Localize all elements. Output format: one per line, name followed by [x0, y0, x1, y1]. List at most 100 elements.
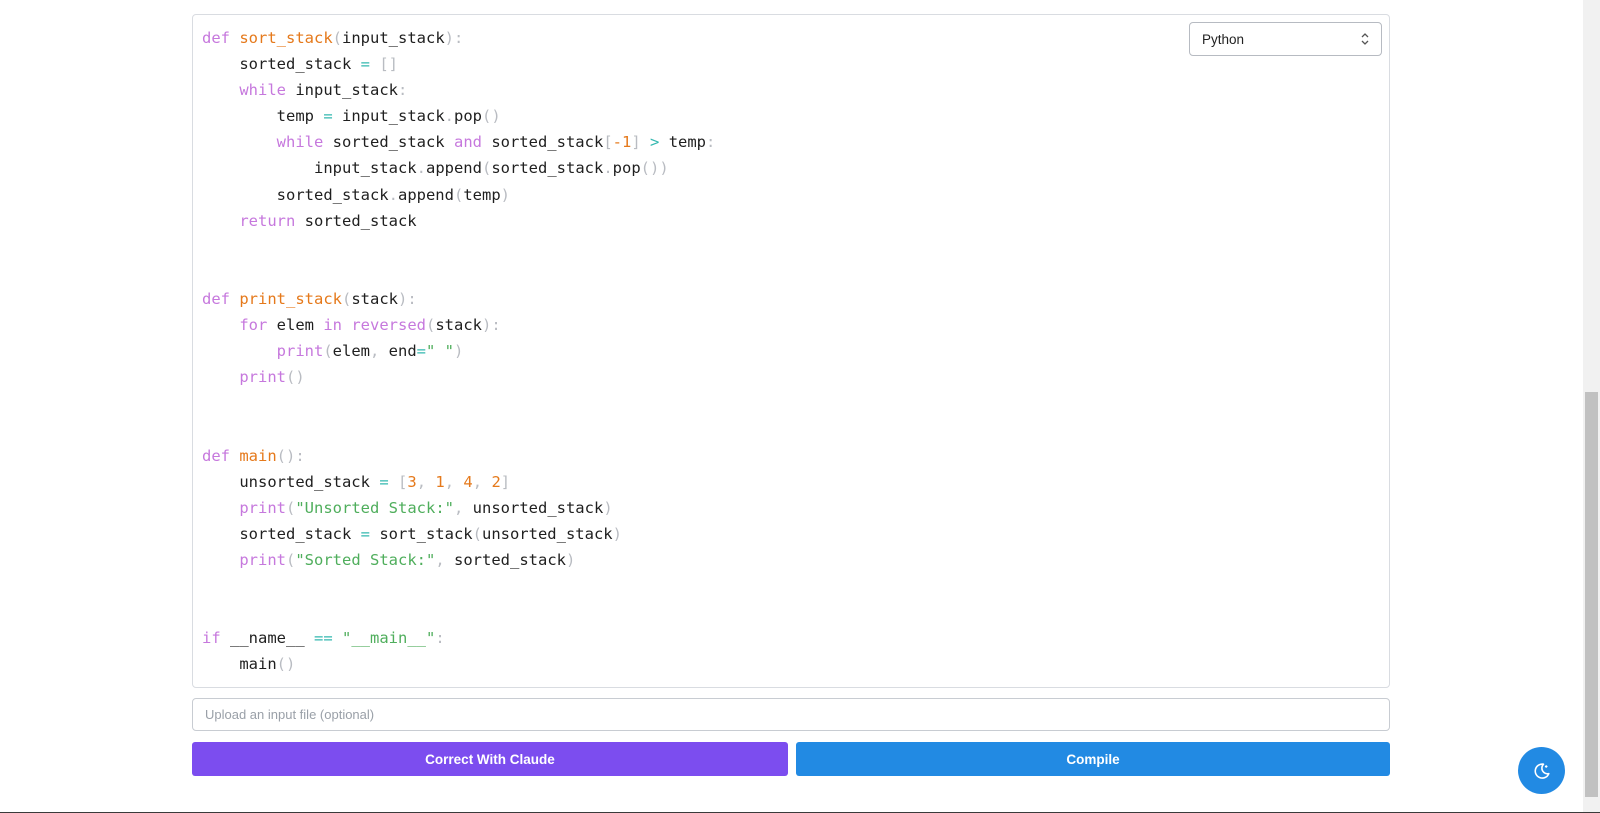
code-token-punc: ]	[631, 133, 641, 152]
code-token-punc: .	[603, 159, 613, 178]
code-token-punc: ):	[398, 289, 417, 308]
code-token-kw: in	[323, 316, 342, 335]
code-token-punc: )	[566, 550, 576, 569]
code-token-str: " "	[426, 342, 455, 361]
code-line: print("Unsorted Stack:", unsorted_stack)	[202, 495, 715, 521]
code-line: print()	[202, 364, 715, 390]
code-token-plain: unsorted_stack	[463, 498, 604, 517]
code-token-punc: ()	[286, 368, 305, 387]
code-token-plain: temp	[659, 133, 707, 152]
code-token-punc: ,	[370, 342, 380, 361]
code-line: ​	[202, 260, 715, 286]
code-token-punc: :	[706, 133, 716, 152]
compile-button[interactable]: Compile	[796, 742, 1390, 776]
code-token-punc: )	[603, 498, 613, 517]
upload-file-input[interactable]: Upload an input file (optional)	[192, 698, 1390, 731]
code-token-kw: def	[202, 289, 230, 308]
code-token-punc: ,	[444, 472, 455, 491]
code-token-plain: sorted_stack	[323, 133, 454, 152]
code-token-op: ==	[314, 629, 333, 648]
code-token-kw: and	[453, 133, 482, 152]
code-token-var: stack	[351, 289, 399, 308]
code-token-num: 3	[407, 472, 417, 491]
page: def sort_stack ( input_stack): sorted_stac…	[0, 0, 1600, 813]
code-token-plain: __name__	[220, 629, 314, 648]
code-token-plain: sorted_stack	[481, 133, 604, 152]
code-token-punc: :	[397, 81, 408, 100]
code-token-punc: ()	[276, 655, 296, 674]
scrollbar-thumb[interactable]	[1585, 392, 1598, 797]
code-token-str: "Sorted Stack:"	[295, 550, 436, 569]
upload-file-placeholder: Upload an input file (optional)	[205, 707, 375, 722]
code-line: ​	[202, 416, 715, 442]
theme-toggle-button[interactable]	[1518, 747, 1565, 794]
code-token-plain: append	[425, 159, 482, 178]
code-token-punc: ]	[500, 472, 511, 491]
chevron-up-down-icon	[1361, 33, 1369, 45]
code-token-plain: sorted_stack	[295, 211, 417, 230]
code-token-kw: return	[239, 211, 296, 230]
code-token-plain: main	[202, 655, 277, 674]
code-token-punc: [	[398, 472, 408, 491]
code-token-num: 4	[463, 472, 473, 491]
code-editor[interactable]: def sort_stack ( input_stack): sorted_stac…	[192, 14, 1390, 688]
code-token-punc: ())	[640, 159, 669, 178]
code-line: if __name__ == "__main__":	[202, 625, 715, 651]
code-token-punc: (	[286, 550, 296, 569]
code-token-kw: def	[202, 29, 230, 47]
language-select-value: Python	[1202, 31, 1245, 47]
code-line: def main():	[202, 443, 715, 469]
code-token-plain: sorted_stack	[202, 524, 361, 543]
code-token-punc: )	[454, 342, 464, 361]
code-token-plain: append	[397, 185, 454, 204]
code-token-builtin: reversed	[351, 316, 426, 335]
code-line: def print_stack(stack):	[202, 286, 715, 312]
code-token-punc: [	[603, 133, 613, 152]
correct-with-claude-button[interactable]: Correct With Claude	[192, 742, 788, 776]
code-token-punc: (	[342, 289, 352, 308]
code-token-punc: ,	[472, 472, 483, 491]
code-token-op: =	[323, 107, 333, 126]
page-scrollbar[interactable]	[1583, 0, 1600, 813]
code-token-kw: if	[202, 629, 221, 648]
code-line: ​	[202, 573, 715, 599]
code-token-plain: sorted_stack	[202, 55, 361, 74]
code-token-plain: stack	[435, 316, 483, 335]
code-token-plain: sort_stack	[369, 524, 473, 543]
code-token-plain: input_stack	[202, 159, 417, 178]
code-token-fn: sort_stack	[239, 29, 333, 47]
code-token-op: =	[360, 524, 370, 543]
code-line: sorted_stack.append(temp)	[202, 182, 715, 208]
code-token-punc: ():	[276, 446, 305, 465]
language-select[interactable]: Python	[1189, 22, 1382, 56]
code-line: print(elem, end=" ")	[202, 338, 715, 364]
code-token-plain: unsorted_stack	[202, 472, 380, 491]
code-token-fn: main	[239, 446, 277, 465]
code-token-kw: while	[239, 81, 286, 100]
code-token-builtin: print	[239, 550, 286, 569]
code-token-kw: while	[276, 133, 324, 152]
code-token-num: -1	[612, 133, 632, 152]
code-token-builtin: print	[239, 498, 286, 517]
code-token-punc: .	[444, 107, 454, 126]
code-content[interactable]: def sort_stack ( input_stack): sorted_stac…	[202, 25, 715, 677]
moon-icon	[1533, 762, 1550, 779]
code-token-punc: (	[481, 159, 492, 178]
code-token-str: "Unsorted Stack:"	[295, 498, 454, 517]
code-token-plain: input_stack	[332, 107, 445, 126]
code-token-punc: ):	[444, 29, 464, 47]
code-token-builtin: print	[239, 368, 286, 387]
code-token-op: =	[360, 55, 370, 74]
code-token-punc: []	[379, 55, 398, 74]
